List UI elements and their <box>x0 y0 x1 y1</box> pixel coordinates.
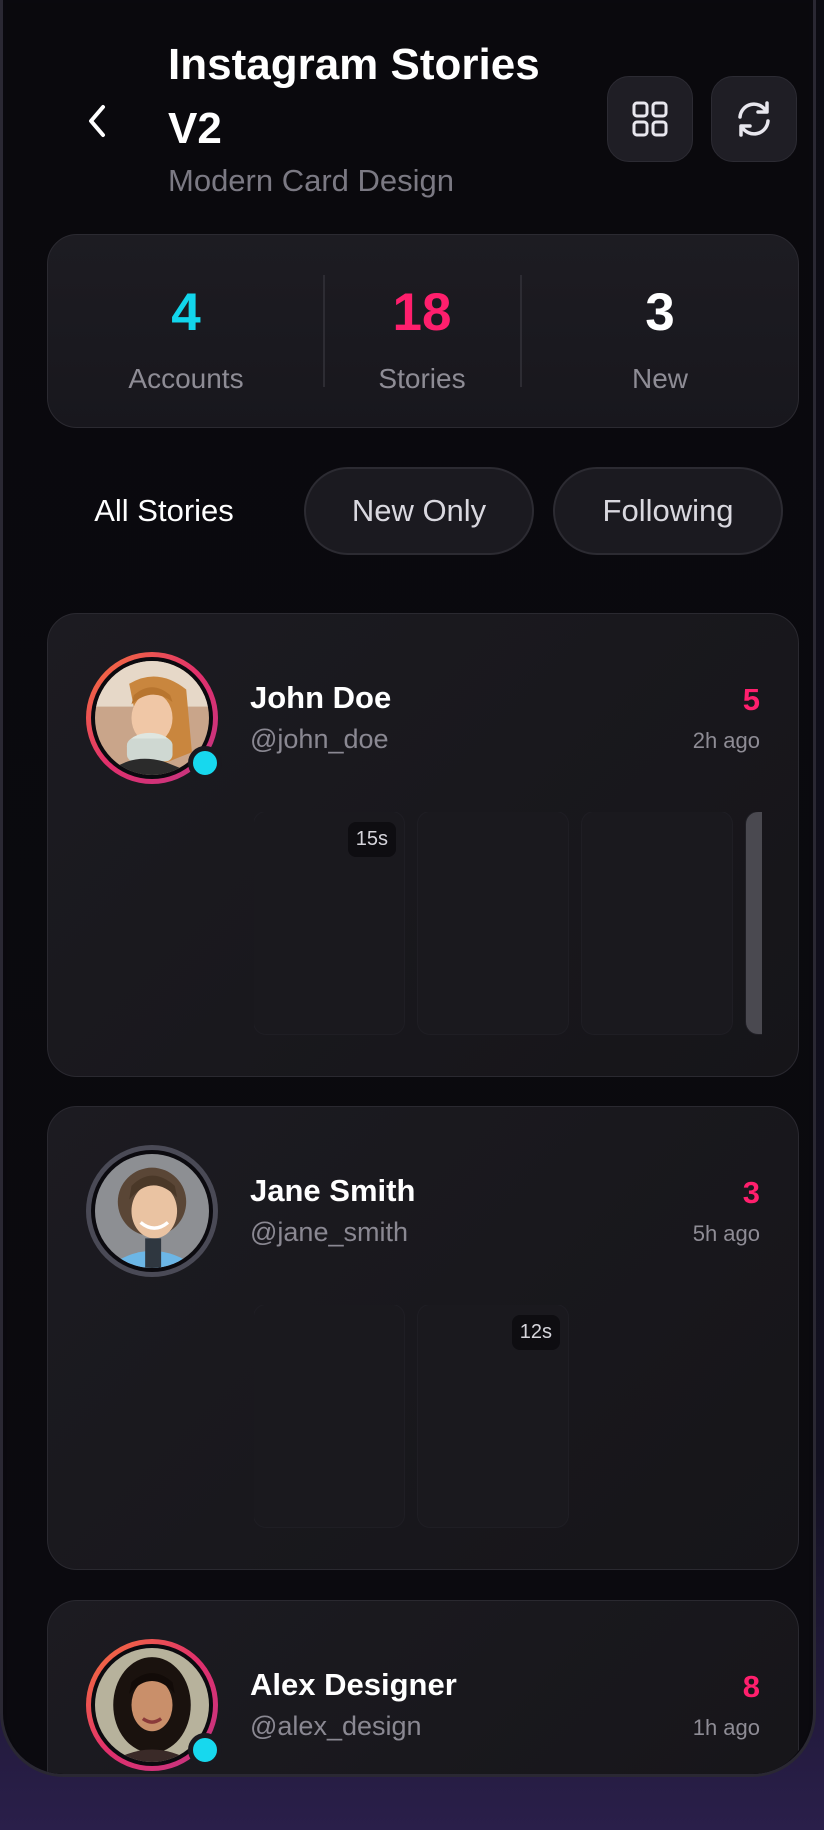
user-handle: @john_doe <box>250 724 389 754</box>
stat-accounts: 4 Accounts <box>48 235 324 429</box>
user-name: Jane Smith <box>250 1173 416 1208</box>
timestamp: 2h ago <box>692 728 760 753</box>
chevron-left-icon <box>89 105 105 137</box>
online-indicator <box>188 746 222 780</box>
story-thumbnails: 15s <box>254 812 762 1038</box>
stat-value: 3 <box>645 283 675 342</box>
back-button[interactable] <box>71 95 123 147</box>
stat-new: 3 New <box>520 235 800 429</box>
avatar-photo-jane <box>95 1154 209 1268</box>
page-subtitle: Modern Card Design <box>168 163 455 198</box>
story-card[interactable]: Jane Smith @jane_smith 3 5h ago 12s <box>47 1106 799 1570</box>
story-count: 3 <box>742 1175 760 1210</box>
stat-label: Accounts <box>128 363 244 394</box>
avatar[interactable] <box>86 1145 218 1277</box>
duration-badge: 15s <box>347 822 396 857</box>
page-title: Instagram Stories V2 <box>168 40 540 153</box>
story-thumbnail[interactable] <box>582 812 732 1034</box>
avatar[interactable] <box>86 652 222 784</box>
phone-frame: Instagram Stories V2 Modern Card Design … <box>0 0 816 1777</box>
user-handle: @alex_design <box>250 1711 422 1741</box>
online-indicator <box>188 1733 222 1767</box>
duration-badge: 12s <box>511 1315 560 1350</box>
story-thumbnails: 12s <box>254 1305 762 1531</box>
stat-label: New <box>631 363 688 394</box>
avatar[interactable] <box>86 1639 222 1771</box>
story-count: 5 <box>742 682 760 717</box>
story-count: 8 <box>742 1669 760 1704</box>
story-thumbnail[interactable] <box>418 812 568 1034</box>
story-thumbnail[interactable] <box>746 812 762 1034</box>
filter-all-stories[interactable]: All Stories <box>69 467 259 555</box>
refresh-button[interactable] <box>711 76 797 162</box>
user-name: John Doe <box>250 680 392 715</box>
stat-value: 18 <box>392 283 452 342</box>
stat-stories: 18 Stories <box>324 235 520 429</box>
story-thumbnail[interactable]: 15s <box>254 812 404 1034</box>
stats-panel: 4 Accounts 18 Stories 3 New <box>47 234 799 428</box>
story-thumbnail[interactable] <box>254 1305 404 1527</box>
grid-icon <box>632 101 668 137</box>
story-thumbnail[interactable]: 12s <box>418 1305 568 1527</box>
filter-following[interactable]: Following <box>553 467 783 555</box>
stat-label: Stories <box>378 363 466 394</box>
stat-value: 4 <box>171 283 201 342</box>
user-handle: @jane_smith <box>250 1217 408 1247</box>
app-screen: Instagram Stories V2 Modern Card Design … <box>7 3 809 1774</box>
timestamp: 5h ago <box>692 1221 760 1246</box>
story-card[interactable]: John Doe @john_doe 5 2h ago 15s <box>47 613 799 1077</box>
timestamp: 1h ago <box>692 1715 760 1740</box>
user-name: Alex Designer <box>250 1667 457 1702</box>
grid-view-button[interactable] <box>607 76 693 162</box>
refresh-icon <box>738 101 770 137</box>
story-card[interactable]: Alex Designer @alex_design 8 1h ago <box>47 1600 799 1774</box>
filter-new-only[interactable]: New Only <box>304 467 534 555</box>
